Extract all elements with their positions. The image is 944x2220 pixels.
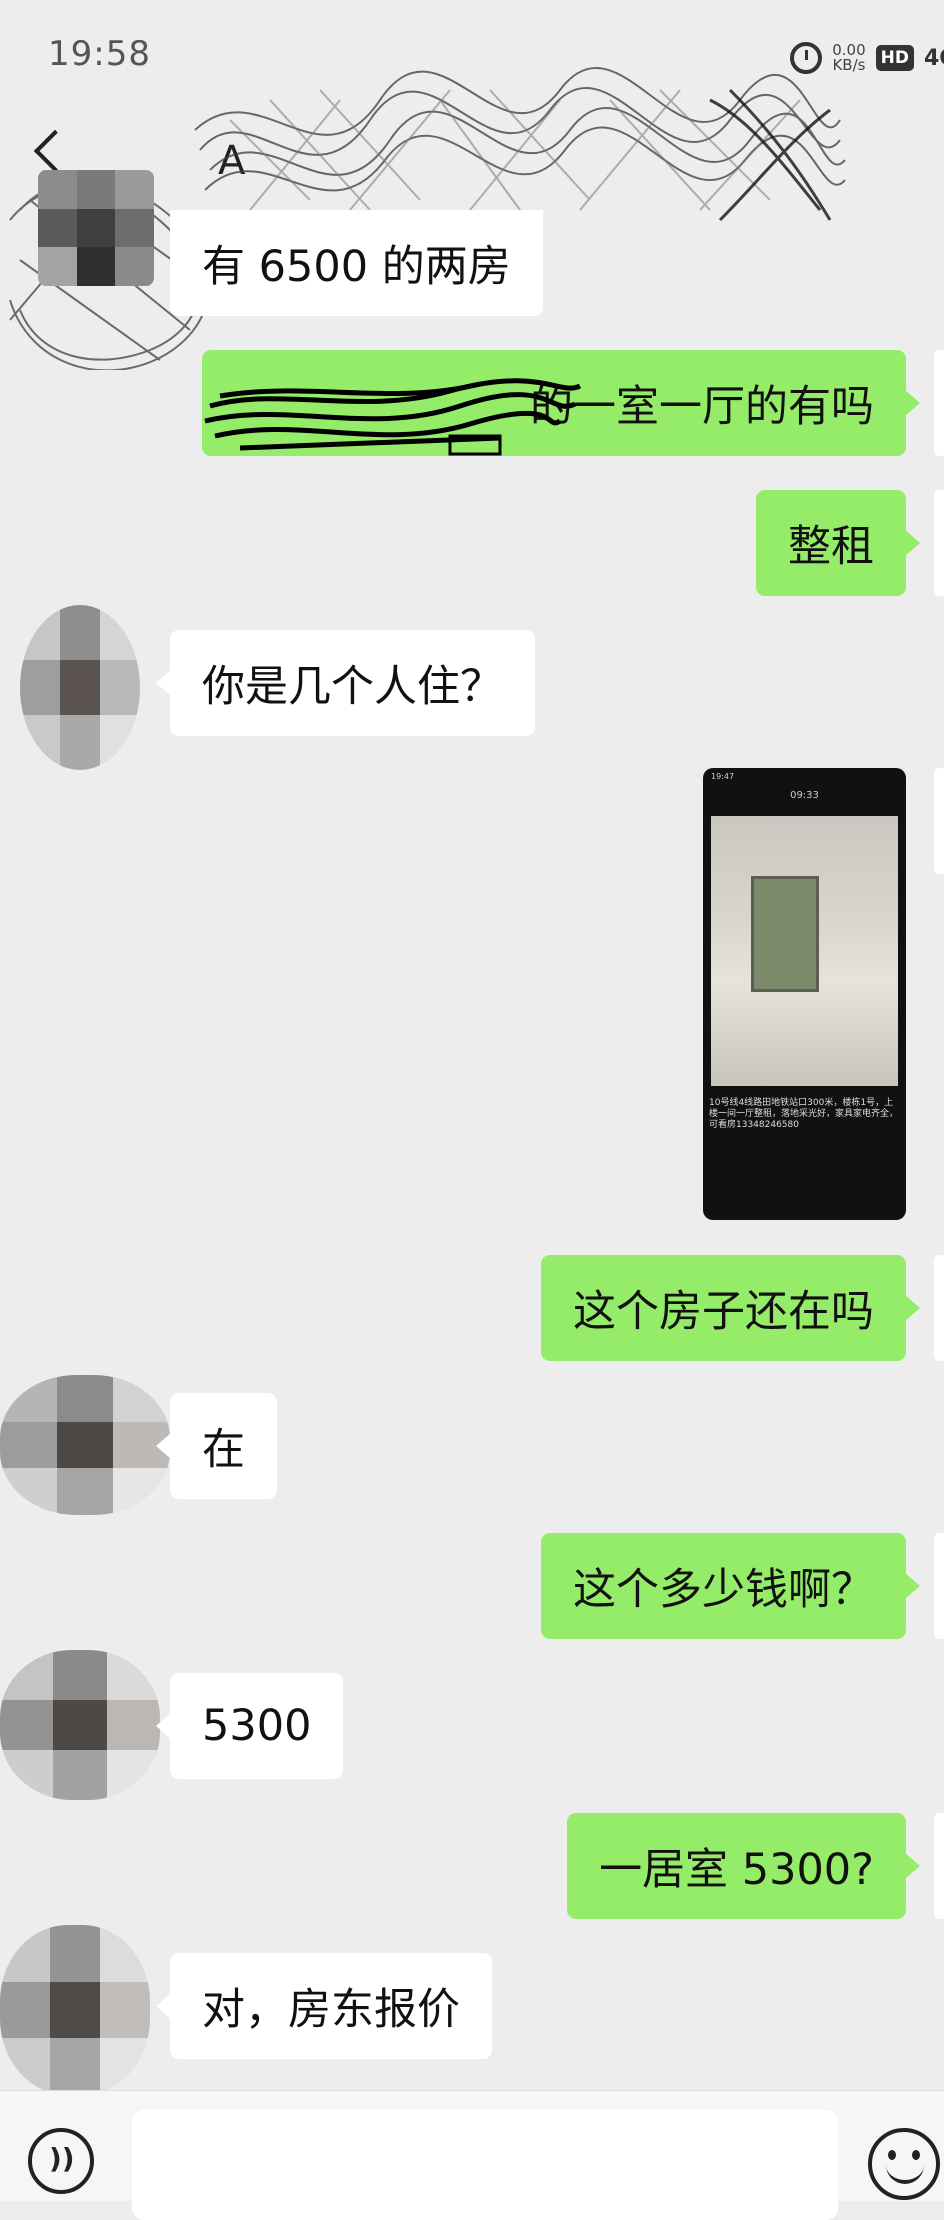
hd-badge: HD: [875, 45, 914, 71]
message-bubble-incoming[interactable]: 在: [156, 1393, 277, 1499]
edge-strip: [934, 1255, 944, 1361]
message-bubble-incoming[interactable]: 5300: [155, 1673, 344, 1779]
message-input[interactable]: [132, 2110, 838, 2220]
edge-strip: [934, 768, 944, 874]
message-text: 一居室 5300?: [599, 1845, 874, 1895]
message-bubble-incoming[interactable]: 对，房东报价: [156, 1953, 492, 2059]
emoji-icon[interactable]: [868, 2128, 940, 2200]
contact-avatar[interactable]: [0, 1925, 150, 2095]
network-type-badge: 4G: [924, 45, 944, 71]
message-text: 你是几个人住？: [202, 662, 503, 712]
thumbnail-time: 09:33: [790, 790, 819, 801]
contact-avatar[interactable]: [20, 605, 140, 770]
message-text: 对，房东报价: [202, 1985, 460, 2035]
voice-input-icon[interactable]: [28, 2128, 94, 2194]
status-time: 19:58: [48, 34, 151, 74]
thumbnail-caption: 10号线4线路田地铁站口300米，楼栋1号，上楼一间一厅整租，落地采光好，家具家…: [709, 1098, 899, 1130]
thumbnail-status: 19:47: [711, 772, 735, 781]
message-bubble-outgoing[interactable]: 一居室 5300?: [567, 1813, 920, 1919]
message-bubble-outgoing[interactable]: 整租: [756, 490, 920, 596]
text-redaction-scribble: [204, 378, 582, 456]
message-bubble-outgoing[interactable]: 这个多少钱啊？: [541, 1533, 920, 1639]
edge-strip: [934, 350, 944, 456]
message-text: 这个多少钱啊？: [573, 1565, 874, 1615]
message-text: 有 6500 的两房: [202, 242, 511, 292]
image-message-thumbnail[interactable]: 19:47 09:33 10号线4线路田地铁站口300米，楼栋1号，上楼一间一厅…: [703, 768, 906, 1220]
edge-strip: [934, 490, 944, 596]
contact-avatar[interactable]: [0, 1375, 170, 1515]
message-text: 这个房子还在吗: [573, 1287, 874, 1337]
contact-avatar[interactable]: [0, 1650, 160, 1800]
message-text: 整租: [788, 522, 874, 572]
message-text: 在: [202, 1425, 245, 1475]
message-bubble-incoming[interactable]: 你是几个人住？: [156, 630, 535, 736]
message-bubble-outgoing[interactable]: 这个房子还在吗: [541, 1255, 920, 1361]
message-bubble-incoming[interactable]: 有 6500 的两房: [170, 210, 543, 316]
contact-avatar[interactable]: [38, 170, 154, 286]
edge-strip: [934, 1533, 944, 1639]
room-photo: [711, 816, 898, 1086]
message-text: 5300: [202, 1701, 312, 1751]
room-window: [751, 876, 819, 992]
edge-strip: [934, 1813, 944, 1919]
